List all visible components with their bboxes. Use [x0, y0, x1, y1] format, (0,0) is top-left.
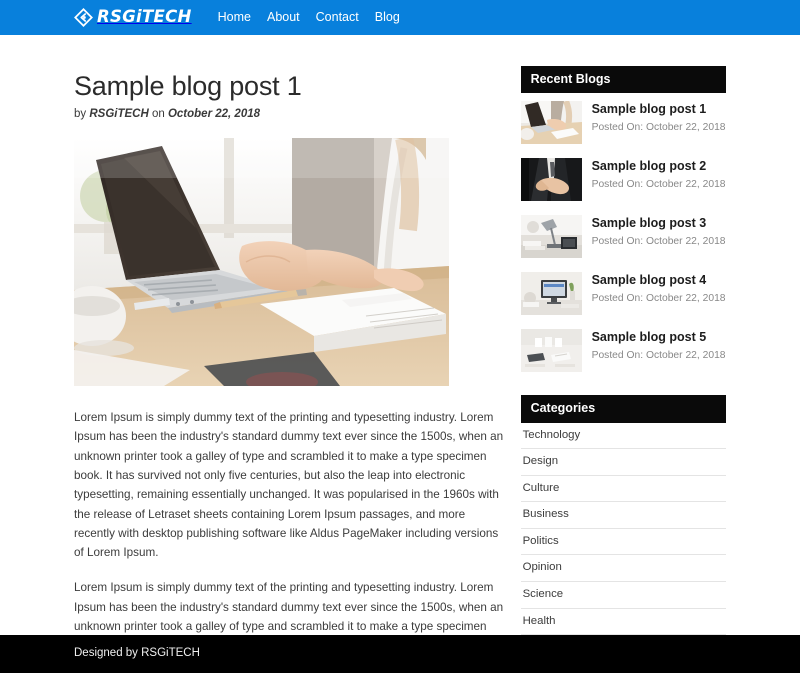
- categories-widget: Categories Technology Design Culture Bus…: [520, 395, 726, 673]
- list-item[interactable]: Politics: [520, 529, 726, 556]
- main-navigation: Home About Contact Blog: [218, 11, 400, 24]
- recent-item-date: Posted On: October 22, 2018: [591, 235, 726, 247]
- recent-blogs-heading: Recent Blogs: [520, 66, 726, 94]
- categories-heading: Categories: [520, 395, 726, 423]
- recent-blogs-list: Sample blog post 1 Posted On: October 22…: [520, 101, 726, 381]
- list-item[interactable]: Science: [520, 582, 726, 609]
- list-item[interactable]: Sample blog post 5 Posted On: October 22…: [520, 329, 726, 381]
- nav-item-home[interactable]: Home: [218, 11, 251, 24]
- flatlay-desk-thumb-icon: [520, 329, 582, 373]
- list-item[interactable]: Sample blog post 3 Posted On: October 22…: [520, 215, 726, 267]
- brand-logo-link[interactable]: RSGiTECH: [74, 8, 192, 27]
- nav-item-blog[interactable]: Blog: [375, 11, 400, 24]
- laptop-desk-thumb-icon: [520, 101, 582, 145]
- monitor-workspace-thumb-icon: [520, 272, 582, 316]
- page-content: Sample blog post 1 by RSGiTECH on Octobe…: [0, 35, 800, 673]
- byline-author: RSGiTECH: [89, 108, 149, 121]
- post-byline: by RSGiTECH on October 22, 2018: [74, 108, 508, 120]
- sidebar: Recent Blogs Sample blog post 1 Posted O…: [520, 35, 726, 673]
- recent-item-title[interactable]: Sample blog post 1: [592, 102, 726, 116]
- diamond-arrow-logo-icon: [74, 8, 93, 27]
- recent-item-date: Posted On: October 22, 2018: [591, 178, 726, 190]
- post-paragraph-1: Lorem Ipsum is simply dummy text of the …: [74, 411, 504, 560]
- post-body: Lorem Ipsum is simply dummy text of the …: [74, 408, 508, 673]
- list-item[interactable]: Health: [520, 609, 726, 636]
- category-link-health[interactable]: Health: [523, 615, 724, 628]
- nav-item-contact[interactable]: Contact: [316, 11, 359, 24]
- page-title: Sample blog post 1: [74, 71, 302, 101]
- recent-item-date: Posted On: October 22, 2018: [591, 292, 726, 304]
- list-item[interactable]: Sample blog post 1 Posted On: October 22…: [520, 101, 726, 153]
- site-header: RSGiTECH Home About Contact Blog: [0, 0, 800, 35]
- byline-on: on: [148, 108, 168, 121]
- category-link-opinion[interactable]: Opinion: [523, 561, 724, 574]
- recent-item-title[interactable]: Sample blog post 5: [592, 330, 726, 344]
- recent-item-date: Posted On: October 22, 2018: [591, 121, 726, 133]
- list-item[interactable]: Culture: [520, 476, 726, 503]
- recent-item-text: Sample blog post 1 Posted On: October 22…: [592, 101, 726, 133]
- column-gap: [508, 35, 521, 635]
- recent-item-text: Sample blog post 2 Posted On: October 22…: [592, 158, 726, 190]
- post-hero-image: [74, 138, 449, 387]
- list-item[interactable]: Opinion: [520, 555, 726, 583]
- byline-date: October 22, 2018: [167, 108, 261, 121]
- office-desk-lamp-thumb-icon: [520, 215, 582, 259]
- main-column: Sample blog post 1 by RSGiTECH on Octobe…: [74, 35, 508, 672]
- list-item[interactable]: Business: [520, 502, 726, 529]
- category-link-science[interactable]: Science: [523, 588, 724, 601]
- category-link-technology[interactable]: Technology: [523, 429, 724, 442]
- category-link-culture[interactable]: Culture: [523, 482, 724, 495]
- footer-credit: Designed by RSGiTECH: [74, 647, 200, 660]
- category-link-politics[interactable]: Politics: [523, 535, 724, 548]
- recent-item-date: Posted On: October 22, 2018: [591, 349, 726, 361]
- handshake-suit-thumb-icon: [520, 158, 582, 202]
- site-footer: Designed by RSGiTECH: [0, 635, 800, 673]
- list-item[interactable]: Technology: [520, 423, 726, 450]
- recent-item-text: Sample blog post 4 Posted On: October 22…: [592, 272, 726, 304]
- list-item[interactable]: Design: [520, 449, 726, 476]
- brand-name: RSGiTECH: [97, 7, 192, 27]
- recent-item-text: Sample blog post 3 Posted On: October 22…: [592, 215, 726, 247]
- list-item[interactable]: Sample blog post 2 Posted On: October 22…: [520, 158, 726, 210]
- recent-item-title[interactable]: Sample blog post 2: [592, 159, 726, 173]
- recent-blogs-widget: Recent Blogs Sample blog post 1 Posted O…: [520, 66, 726, 381]
- list-item[interactable]: Sample blog post 4 Posted On: October 22…: [520, 272, 726, 324]
- byline-by: by: [74, 108, 90, 121]
- recent-item-title[interactable]: Sample blog post 3: [592, 216, 726, 230]
- category-link-design[interactable]: Design: [523, 455, 724, 468]
- category-link-business[interactable]: Business: [523, 508, 724, 521]
- recent-item-text: Sample blog post 5 Posted On: October 22…: [592, 329, 726, 361]
- recent-item-title[interactable]: Sample blog post 4: [592, 273, 726, 287]
- nav-item-about[interactable]: About: [267, 11, 300, 24]
